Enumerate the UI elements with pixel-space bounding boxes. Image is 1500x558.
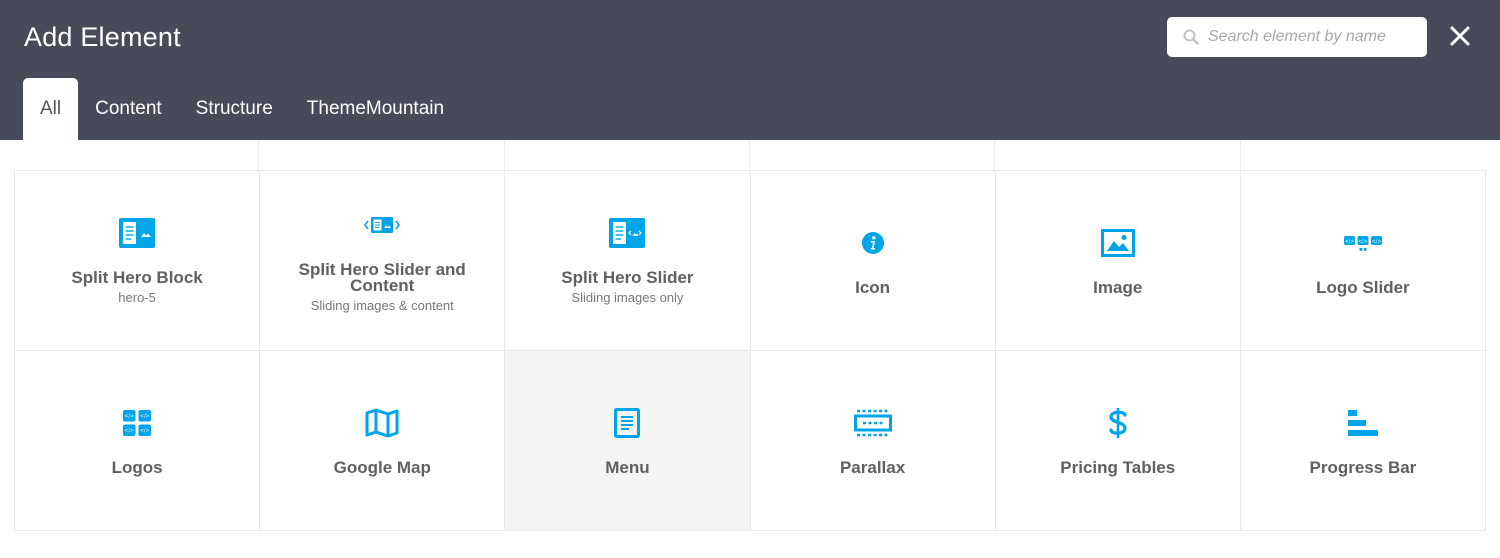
search-icon	[1183, 29, 1199, 45]
element-list: Split Hero Block hero-5 Split Hero Slide…	[14, 140, 1486, 531]
image-icon	[1100, 226, 1135, 260]
element-name: Progress Bar	[1309, 457, 1417, 477]
element-pricing-tables[interactable]: Pricing Tables	[995, 351, 1241, 531]
element-split-hero-block[interactable]: Split Hero Block hero-5	[15, 171, 261, 351]
element-name: Image	[1093, 277, 1143, 297]
map-icon	[365, 406, 399, 440]
search-input[interactable]	[1208, 28, 1418, 46]
tab-structure[interactable]: Structure	[179, 78, 290, 140]
previous-row-edge	[14, 140, 1486, 170]
element-google-map[interactable]: Google Map	[260, 351, 506, 531]
element-name: Parallax	[839, 457, 906, 477]
element-description: hero-5	[118, 290, 156, 305]
progress-bar-icon	[1347, 406, 1378, 440]
modal-header: Add Element All Content Structure ThemeM…	[0, 0, 1500, 140]
element-parallax[interactable]: Parallax	[750, 351, 996, 531]
element-name: Google Map	[333, 457, 431, 477]
element-name: Logos	[111, 457, 163, 477]
parallax-icon	[853, 406, 892, 440]
info-icon	[861, 226, 885, 260]
tab-all[interactable]: All	[23, 78, 79, 140]
element-image[interactable]: Image	[995, 171, 1241, 351]
svg-text:</>: </>	[140, 413, 150, 419]
element-name: Pricing Tables	[1060, 457, 1176, 477]
svg-text:</>: </>	[1358, 238, 1368, 244]
element-name: Menu	[605, 457, 650, 477]
element-description: Sliding images & content	[310, 298, 454, 313]
svg-text:</>: </>	[1344, 238, 1354, 244]
element-icon[interactable]: Icon	[750, 171, 996, 351]
split-hero-slider-content-icon	[364, 208, 401, 242]
element-logos[interactable]: </> </> </> </> Logos	[15, 351, 261, 531]
element-description: Sliding images only	[571, 290, 684, 305]
element-name: Split Hero Slider and Content	[298, 260, 466, 295]
svg-text:</>: </>	[1371, 238, 1381, 244]
menu-icon	[614, 406, 641, 440]
svg-text:</>: </>	[124, 428, 134, 434]
svg-text:</>: </>	[124, 413, 134, 419]
search-box[interactable]	[1167, 17, 1427, 57]
split-hero-block-icon	[119, 216, 156, 250]
element-menu[interactable]: Menu	[505, 351, 751, 531]
element-split-hero-slider-content[interactable]: Split Hero Slider and Content Sliding im…	[260, 171, 506, 351]
close-icon[interactable]	[1448, 24, 1472, 48]
dollar-icon	[1108, 406, 1128, 440]
logos-icon: </> </> </> </>	[123, 406, 152, 440]
split-hero-slider-icon	[609, 216, 646, 250]
tab-thememountain[interactable]: ThemeMountain	[290, 78, 461, 140]
tab-content[interactable]: Content	[78, 78, 179, 140]
svg-text:</>: </>	[140, 428, 150, 434]
element-split-hero-slider[interactable]: Split Hero Slider Sliding images only	[505, 171, 751, 351]
element-progress-bar[interactable]: Progress Bar	[1240, 351, 1486, 531]
tab-bar: All Content Structure ThemeMountain	[23, 78, 461, 140]
element-logo-slider[interactable]: </> </> </> Logo Slider	[1240, 171, 1486, 351]
element-grid: Split Hero Block hero-5 Split Hero Slide…	[14, 170, 1486, 531]
logo-slider-icon: </> </> </>	[1343, 226, 1382, 260]
element-name: Split Hero Slider	[561, 268, 694, 287]
element-name: Icon	[855, 277, 891, 297]
element-name: Logo Slider	[1316, 277, 1410, 297]
element-name: Split Hero Block	[71, 268, 203, 287]
modal-title: Add Element	[24, 22, 181, 52]
